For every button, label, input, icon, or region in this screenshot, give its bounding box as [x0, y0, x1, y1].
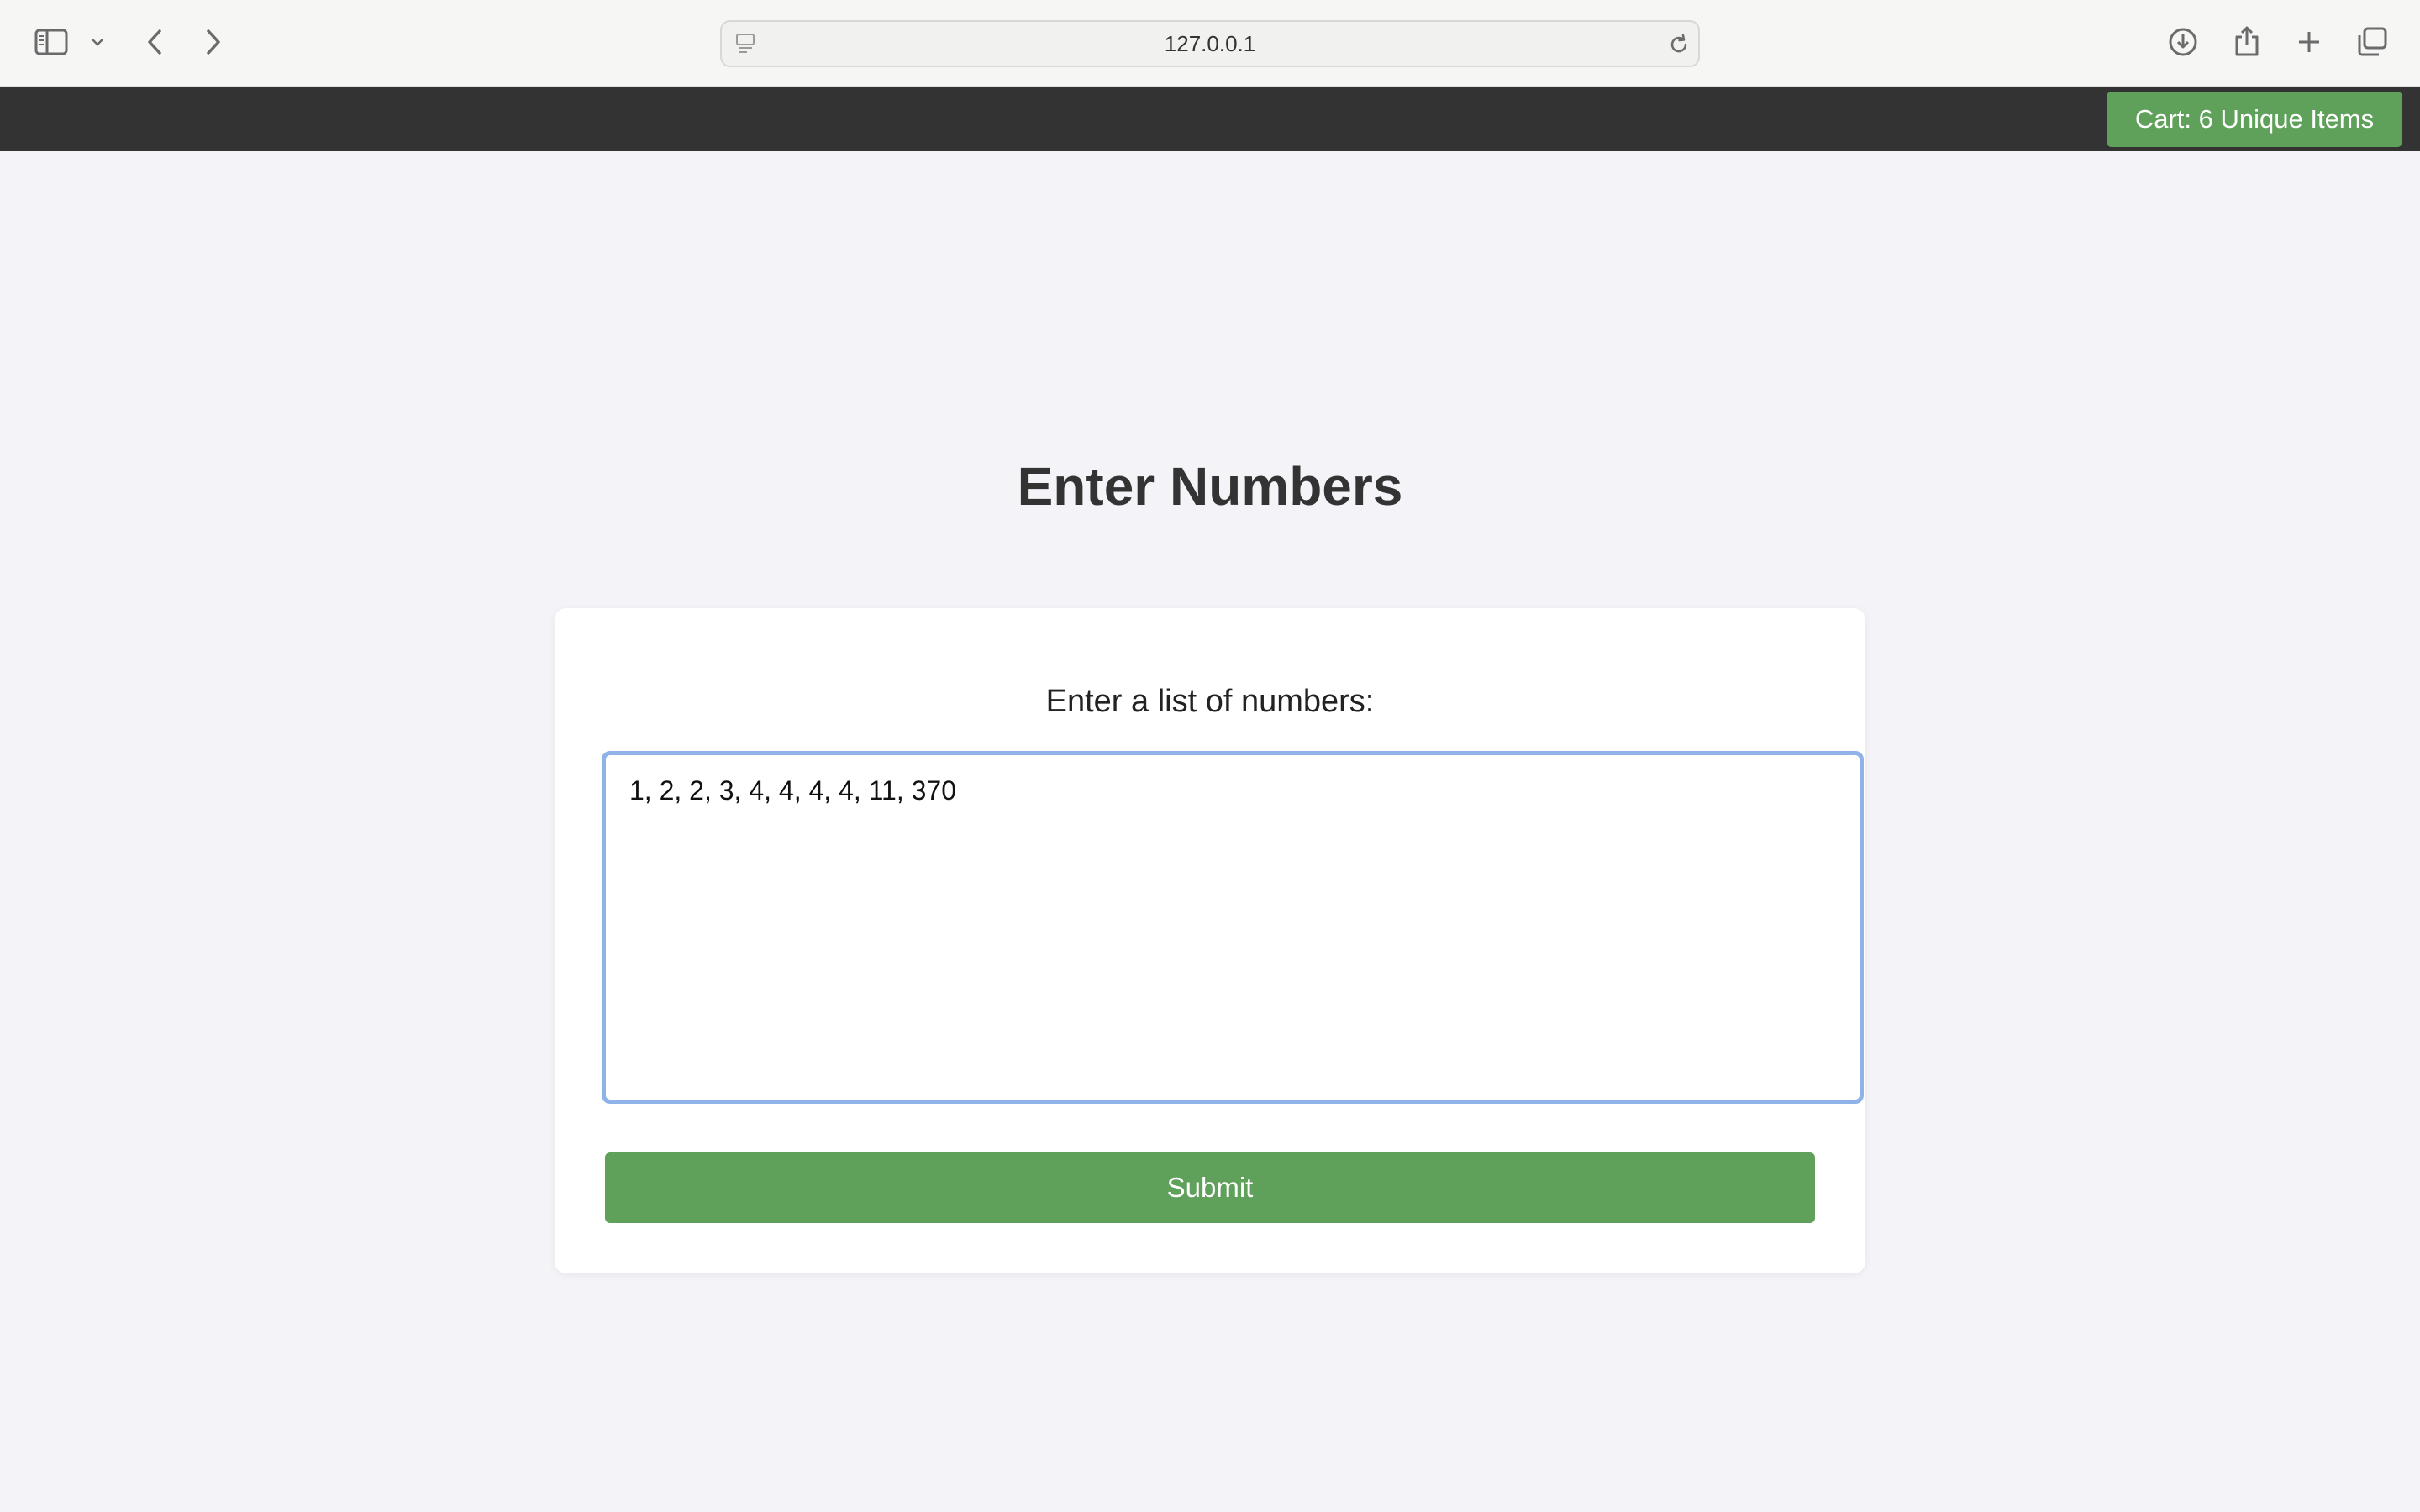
tab-overview-icon[interactable]: [2354, 25, 2390, 59]
page-title: Enter Numbers: [1017, 456, 1403, 517]
number-form-card: Enter a list of numbers: 1, 2, 2, 3, 4, …: [555, 608, 1865, 1273]
address-bar[interactable]: 127.0.0.1: [720, 20, 1700, 67]
browser-toolbar: 127.0.0.1: [0, 0, 2420, 87]
chevron-down-icon[interactable]: [87, 32, 108, 52]
reload-icon[interactable]: [1666, 32, 1691, 57]
cart-button[interactable]: Cart: 6 Unique Items: [2107, 92, 2402, 147]
sidebar-icon[interactable]: [32, 25, 71, 59]
numbers-label: Enter a list of numbers:: [1045, 684, 1375, 719]
forward-icon[interactable]: [198, 25, 229, 59]
submit-button[interactable]: Submit: [605, 1152, 1815, 1223]
new-tab-icon[interactable]: [2292, 25, 2326, 59]
site-header: [0, 87, 2420, 151]
numbers-textarea[interactable]: 1, 2, 2, 3, 4, 4, 4, 4, 11, 370: [602, 751, 1864, 1104]
share-icon[interactable]: [2230, 24, 2264, 59]
download-icon[interactable]: [2166, 25, 2200, 59]
url-text: 127.0.0.1: [1164, 31, 1256, 56]
back-icon[interactable]: [139, 25, 170, 59]
